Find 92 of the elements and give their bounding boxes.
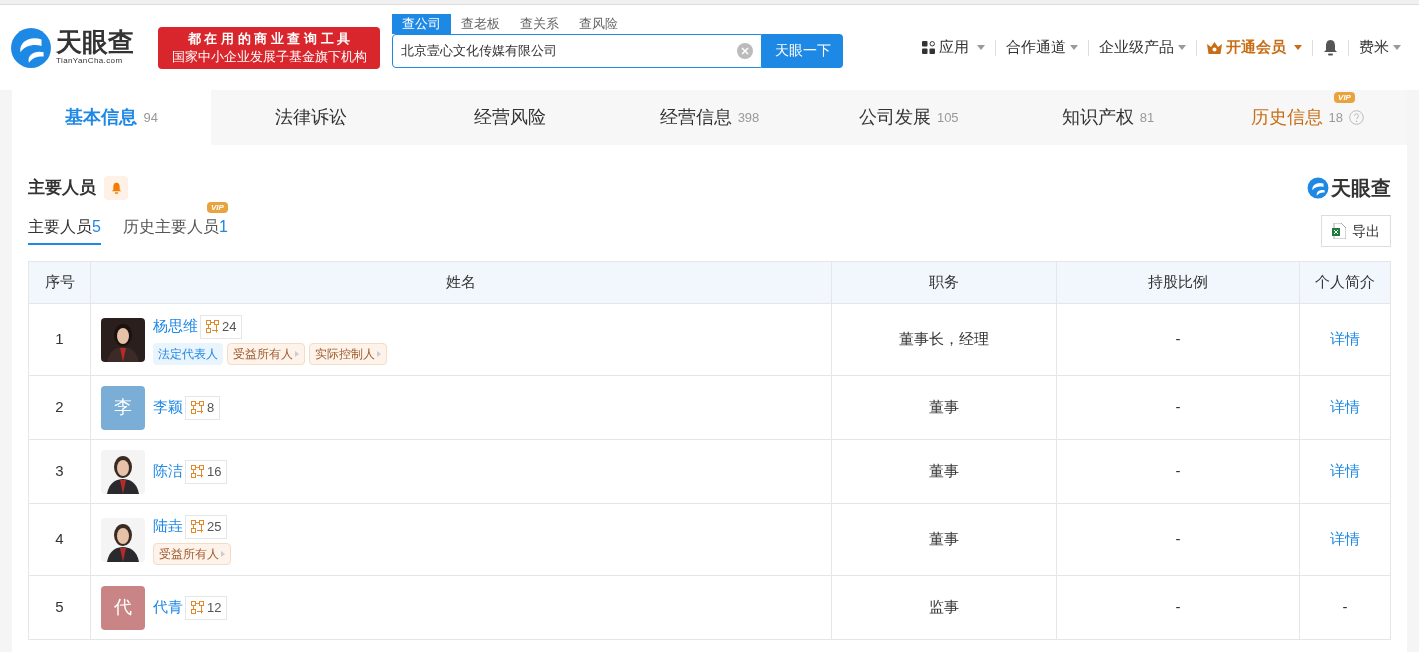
table-cell: 董事 (831, 375, 1057, 440)
nav-menu[interactable]: 应用 (922, 36, 985, 59)
relation-count[interactable]: 25 (185, 514, 228, 539)
caret-icon (1178, 45, 1186, 50)
relation-icon (191, 465, 204, 478)
tag[interactable]: 受益所有人 (227, 342, 305, 365)
relation-count[interactable]: 12 (185, 595, 228, 620)
help-icon (1349, 110, 1365, 125)
column-header: 个人简介 (1299, 261, 1391, 304)
search-field[interactable]: 北京壹心文化传媒有限公司 (392, 33, 762, 68)
detail-link[interactable]: 详情 (1330, 462, 1360, 480)
relation-icon (206, 320, 219, 333)
tag[interactable]: 实际控制人 (309, 342, 387, 365)
relation-count[interactable]: 16 (185, 459, 228, 484)
person-name[interactable]: 李颖 (153, 396, 183, 419)
section-tab[interactable]: 知识产权 81 (1008, 90, 1208, 145)
relation-icon (191, 601, 204, 614)
person-name[interactable]: 代青 (153, 596, 183, 619)
table-cell: 董事 (831, 503, 1057, 576)
person-name[interactable]: 陈洁 (153, 460, 183, 483)
table-cell: 2 (28, 375, 91, 440)
caret-icon (977, 45, 985, 50)
nav-menu[interactable]: 费米 (1359, 36, 1401, 59)
table-cell: 3 (28, 439, 91, 504)
person-name[interactable]: 陆垚 (153, 515, 183, 538)
section-tab[interactable]: 基本信息 94 (12, 90, 212, 145)
logo-icon (1307, 177, 1329, 199)
caret-icon (1070, 45, 1078, 50)
table-cell: 5 (28, 575, 91, 640)
tag: 法定代表人 (153, 342, 223, 365)
search-tab[interactable]: 查公司 (392, 13, 451, 34)
column-header: 序号 (28, 261, 91, 304)
arrow-icon (221, 550, 225, 557)
nav-menu[interactable]: 合作通道 (1006, 36, 1078, 59)
table-cell: 监事 (831, 575, 1057, 640)
table-cell: - (1056, 439, 1300, 504)
table-cell: - (1056, 303, 1300, 376)
bell-icon[interactable] (1323, 39, 1338, 56)
excel-icon (1332, 223, 1346, 239)
person-name[interactable]: 杨思维 (153, 315, 198, 338)
search-value: 北京壹心文化传媒有限公司 (401, 41, 558, 60)
export-button[interactable]: 导出 (1321, 215, 1391, 247)
section-tab[interactable]: 经营风险 (410, 90, 610, 145)
vip-badge: VIP (206, 202, 228, 213)
table-cell: 1 (28, 303, 91, 376)
section-title: 主要人员 (28, 177, 96, 200)
table-cell: 董事 (831, 439, 1057, 504)
arrow-icon (377, 350, 381, 357)
clear-icon[interactable] (737, 42, 753, 59)
banner-text: 都 在 用 的 商 业 查 询 工 具 (187, 29, 351, 48)
relation-count[interactable]: 8 (185, 395, 221, 420)
column-header: 持股比例 (1056, 261, 1300, 304)
detail-link[interactable]: 详情 (1330, 398, 1360, 416)
table-cell: - (1342, 598, 1348, 616)
relation-icon (191, 520, 204, 533)
section-tab[interactable]: 经营信息 398 (609, 90, 810, 145)
nav-menu[interactable]: 企业级产品 (1099, 36, 1186, 59)
detail-link[interactable]: 详情 (1330, 530, 1360, 548)
logo-icon (10, 26, 52, 69)
table-cell: 4 (28, 503, 91, 576)
crown-icon (1207, 41, 1222, 54)
banner[interactable]: 都 在 用 的 商 业 查 询 工 具 国家中小企业发展子基金旗下机构 (158, 26, 380, 69)
table-cell: 董事长，经理 (831, 303, 1057, 376)
search-tab[interactable]: 查风险 (569, 13, 628, 34)
column-header: 姓名 (90, 261, 832, 304)
table-cell: - (1056, 503, 1300, 576)
section-tab[interactable]: 历史信息 18 VIP (1207, 90, 1407, 145)
column-header: 职务 (831, 261, 1057, 304)
banner-text: 国家中小企业发展子基金旗下机构 (171, 47, 367, 66)
vip-menu[interactable]: 开通会员 (1207, 36, 1302, 59)
caret-icon (1294, 45, 1302, 50)
section-tab[interactable]: 公司发展 105 (809, 90, 1009, 145)
search-tab[interactable]: 查老板 (451, 13, 510, 34)
table-cell: - (1056, 375, 1300, 440)
search-button[interactable]: 天眼一下 (762, 33, 843, 68)
sub-tab[interactable]: 主要人员5 (28, 215, 101, 245)
avatar: 代 (101, 585, 145, 630)
caret-icon (1393, 45, 1401, 50)
brand-text: 天眼查 (1331, 176, 1391, 201)
detail-link[interactable]: 详情 (1330, 330, 1360, 348)
logo-text: 天眼查 (56, 28, 134, 55)
logo-domain: TianYanCha.com (56, 55, 124, 67)
table-cell: - (1056, 575, 1300, 640)
vip-badge: VIP (1334, 92, 1355, 103)
section-tab[interactable]: 法律诉讼 (211, 90, 411, 145)
tag[interactable]: 受益所有人 (153, 542, 231, 565)
search-tab[interactable]: 查关系 (510, 13, 569, 34)
avatar: 李 (101, 385, 145, 430)
relation-count[interactable]: 24 (200, 314, 243, 339)
arrow-icon (295, 350, 299, 357)
relation-icon (191, 401, 204, 414)
apps-icon (922, 41, 935, 54)
